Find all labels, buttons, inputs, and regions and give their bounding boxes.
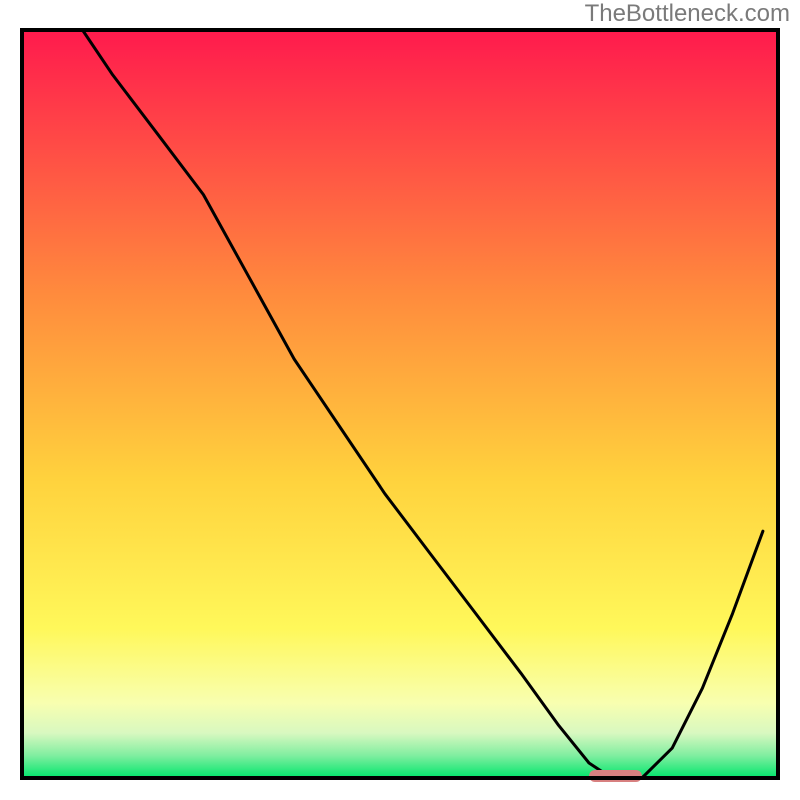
chart-container: { "watermark": "TheBottleneck.com", "col…	[0, 0, 800, 800]
bottleneck-chart	[0, 28, 800, 800]
plot-background	[22, 30, 778, 778]
watermark-text: TheBottleneck.com	[585, 0, 790, 28]
